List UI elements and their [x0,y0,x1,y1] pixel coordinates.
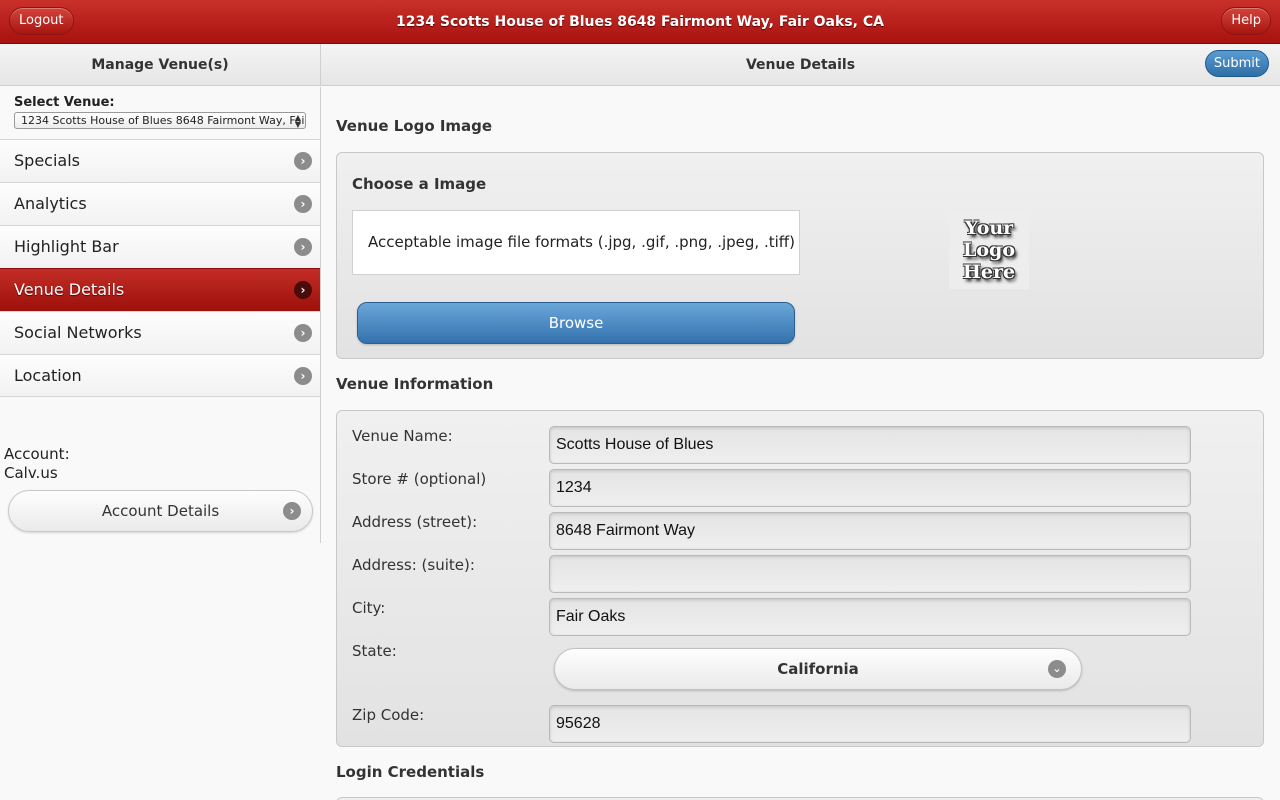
account-label: Account: [4,445,70,463]
zip-code-input[interactable] [549,705,1191,743]
field-label: Store # (optional) [352,470,487,488]
zip-code-row: Zip Code: [352,705,1232,743]
sidebar-item-analytics[interactable]: Analytics › [0,182,320,225]
chevron-down-icon: ⌄ [1048,660,1066,678]
sidebar-item-location[interactable]: Location › [0,354,320,397]
sidebar-item-specials[interactable]: Specials › [0,139,320,182]
select-arrows-icon: ▲ ▼ [294,113,301,129]
field-label: City: [352,599,386,617]
sidebar-item-label: Location [14,366,82,385]
sub-header: Manage Venue(s) Venue Details Submit [0,44,1280,86]
address-street-input[interactable] [549,512,1191,550]
sidebar-item-label: Specials [14,151,80,170]
venue-select-value: 1234 Scotts House of Blues 8648 Fairmont… [21,114,305,127]
state-select-value: California [777,660,859,678]
login-credentials-heading: Login Credentials [336,763,485,781]
page-title: Venue Details [745,57,856,73]
logo-placeholder-line: Your [964,217,1014,239]
venue-information-heading: Venue Information [336,375,494,393]
chevron-right-icon: › [294,367,312,385]
sidebar: Select Venue: 1234 Scotts House of Blues… [0,87,321,543]
field-label: Address: (suite): [352,556,475,574]
venue-name-input[interactable] [549,426,1191,464]
top-header: Logout 1234 Scotts House of Blues 8648 F… [0,0,1280,44]
sidebar-title: Manage Venue(s) [91,57,229,73]
store-number-input[interactable] [549,469,1191,507]
address-suite-input[interactable] [549,555,1191,593]
logo-placeholder-line: Here [962,261,1016,283]
venue-select[interactable]: 1234 Scotts House of Blues 8648 Fairmont… [14,112,306,129]
chevron-right-icon: › [294,324,312,342]
store-number-row: Store # (optional) [352,469,1232,507]
account-name: Calv.us [4,464,58,482]
select-venue-label: Select Venue: [14,95,115,110]
chevron-right-icon: › [283,502,301,520]
chevron-right-icon: › [294,281,312,299]
logo-placeholder-line: Logo [963,239,1015,261]
logo-placeholder-image: Your Logo Here [949,211,1029,289]
field-label: State: [352,642,397,660]
sidebar-item-highlight-bar[interactable]: Highlight Bar › [0,225,320,268]
venue-name-row: Venue Name: [352,426,1232,464]
field-label: Venue Name: [352,427,453,445]
account-details-button[interactable]: Account Details › [8,490,313,532]
help-button[interactable]: Help [1221,7,1271,35]
account-info: Account: Calv.us [4,445,70,483]
chevron-right-icon: › [294,238,312,256]
city-row: City: [352,598,1232,636]
main-content: Venue Logo Image Choose a Image Acceptab… [321,87,1280,800]
sidebar-nav: Specials › Analytics › Highlight Bar › V… [0,139,320,397]
field-label: Address (street): [352,513,478,531]
address-suite-row: Address: (suite): [352,555,1232,593]
logo-panel: Choose a Image Acceptable image file for… [336,152,1264,359]
address-street-row: Address (street): [352,512,1232,550]
sidebar-item-label: Venue Details [14,280,125,299]
browse-button[interactable]: Browse [357,302,795,344]
submit-button[interactable]: Submit [1204,50,1269,77]
header-title: 1234 Scotts House of Blues 8648 Fairmont… [396,14,884,30]
chevron-right-icon: › [294,195,312,213]
sidebar-item-venue-details[interactable]: Venue Details › [0,268,320,311]
state-row: State: California ⌄ [352,641,1232,690]
sidebar-item-social-networks[interactable]: Social Networks › [0,311,320,354]
image-formats-info: Acceptable image file formats (.jpg, .gi… [352,210,800,275]
city-input[interactable] [549,598,1191,636]
field-label: Zip Code: [352,706,425,724]
sidebar-item-label: Analytics [14,194,87,213]
state-select[interactable]: California ⌄ [554,648,1082,690]
account-details-label: Account Details [101,502,220,520]
venue-info-panel: Venue Name: Store # (optional) Address (… [336,410,1264,747]
venue-logo-heading: Venue Logo Image [336,117,493,135]
chevron-right-icon: › [294,152,312,170]
sidebar-item-label: Social Networks [14,323,142,342]
sidebar-item-label: Highlight Bar [14,237,119,256]
choose-image-heading: Choose a Image [352,175,487,193]
